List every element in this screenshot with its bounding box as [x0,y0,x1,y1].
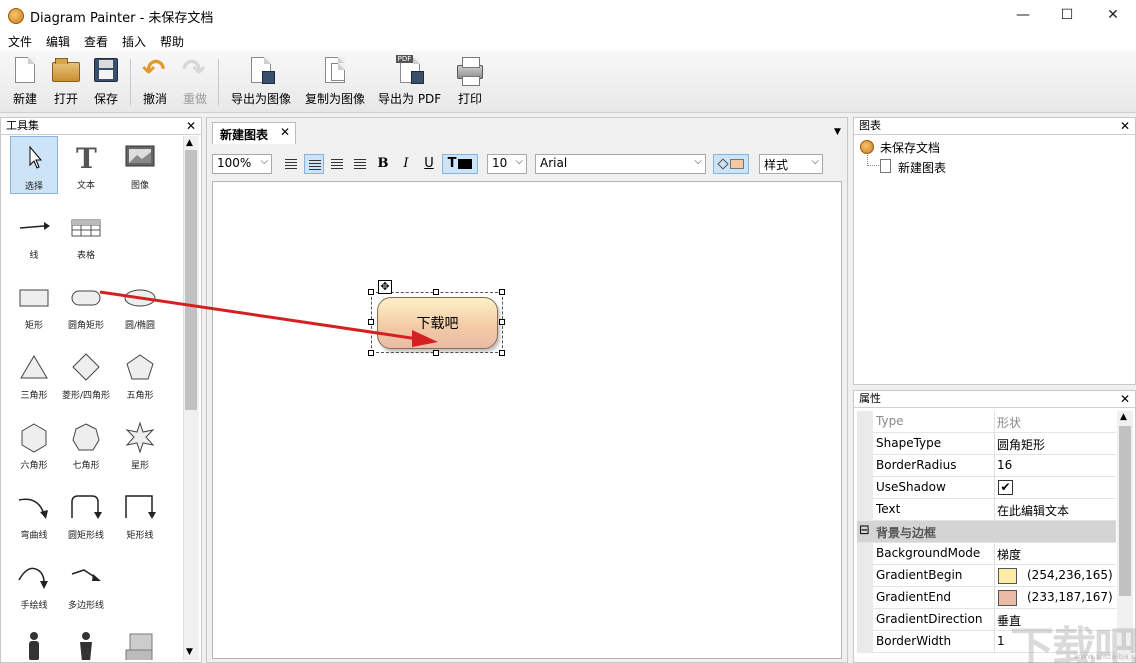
properties-panel-header: 属性 ✕ [854,391,1135,408]
property-row-backgroundmode[interactable]: BackgroundMode 梯度 [857,543,1116,565]
properties-scrollbar-thumb[interactable] [1119,426,1131,596]
property-row-text[interactable]: Text 在此编辑文本 [857,499,1116,521]
close-chart-panel-button[interactable]: ✕ [1120,118,1130,134]
property-row-type[interactable]: Type 形状 [857,411,1116,433]
chart-tree-panel: 图表 ✕ [853,117,1136,385]
chart-panel-title: 图表 [859,119,881,132]
properties-panel-title: 属性 [859,392,881,405]
tree-item-document[interactable]: 未保存文档 [880,139,940,156]
gradient-begin-swatch[interactable] [998,568,1017,584]
gradient-end-swatch[interactable] [998,590,1017,606]
collapse-icon[interactable]: ⊟ [859,523,870,538]
property-row-gradientend[interactable]: GradientEnd (233,187,167) [857,587,1116,609]
tree-connector [867,155,879,166]
property-row-useshadow[interactable]: UseShadow ✔ [857,477,1116,499]
scroll-up-icon[interactable]: ▲ [1120,412,1127,422]
property-row-gradientbegin[interactable]: GradientBegin (254,236,165) [857,565,1116,587]
chart-panel-header: 图表 ✕ [854,118,1135,135]
use-shadow-checkbox[interactable]: ✔ [998,480,1013,495]
app-logo-icon [860,140,874,154]
property-row-borderradius[interactable]: BorderRadius 16 [857,455,1116,477]
watermark-url: www.xiazaiba.com [1074,652,1136,661]
close-properties-button[interactable]: ✕ [1120,391,1130,407]
page-icon [880,159,891,173]
property-group-background-border[interactable]: ⊟ 背景与边框 [857,521,1116,543]
property-row-shapetype[interactable]: ShapeType 圆角矩形 [857,433,1116,455]
tree-item-new-chart[interactable]: 新建图表 [898,159,946,176]
